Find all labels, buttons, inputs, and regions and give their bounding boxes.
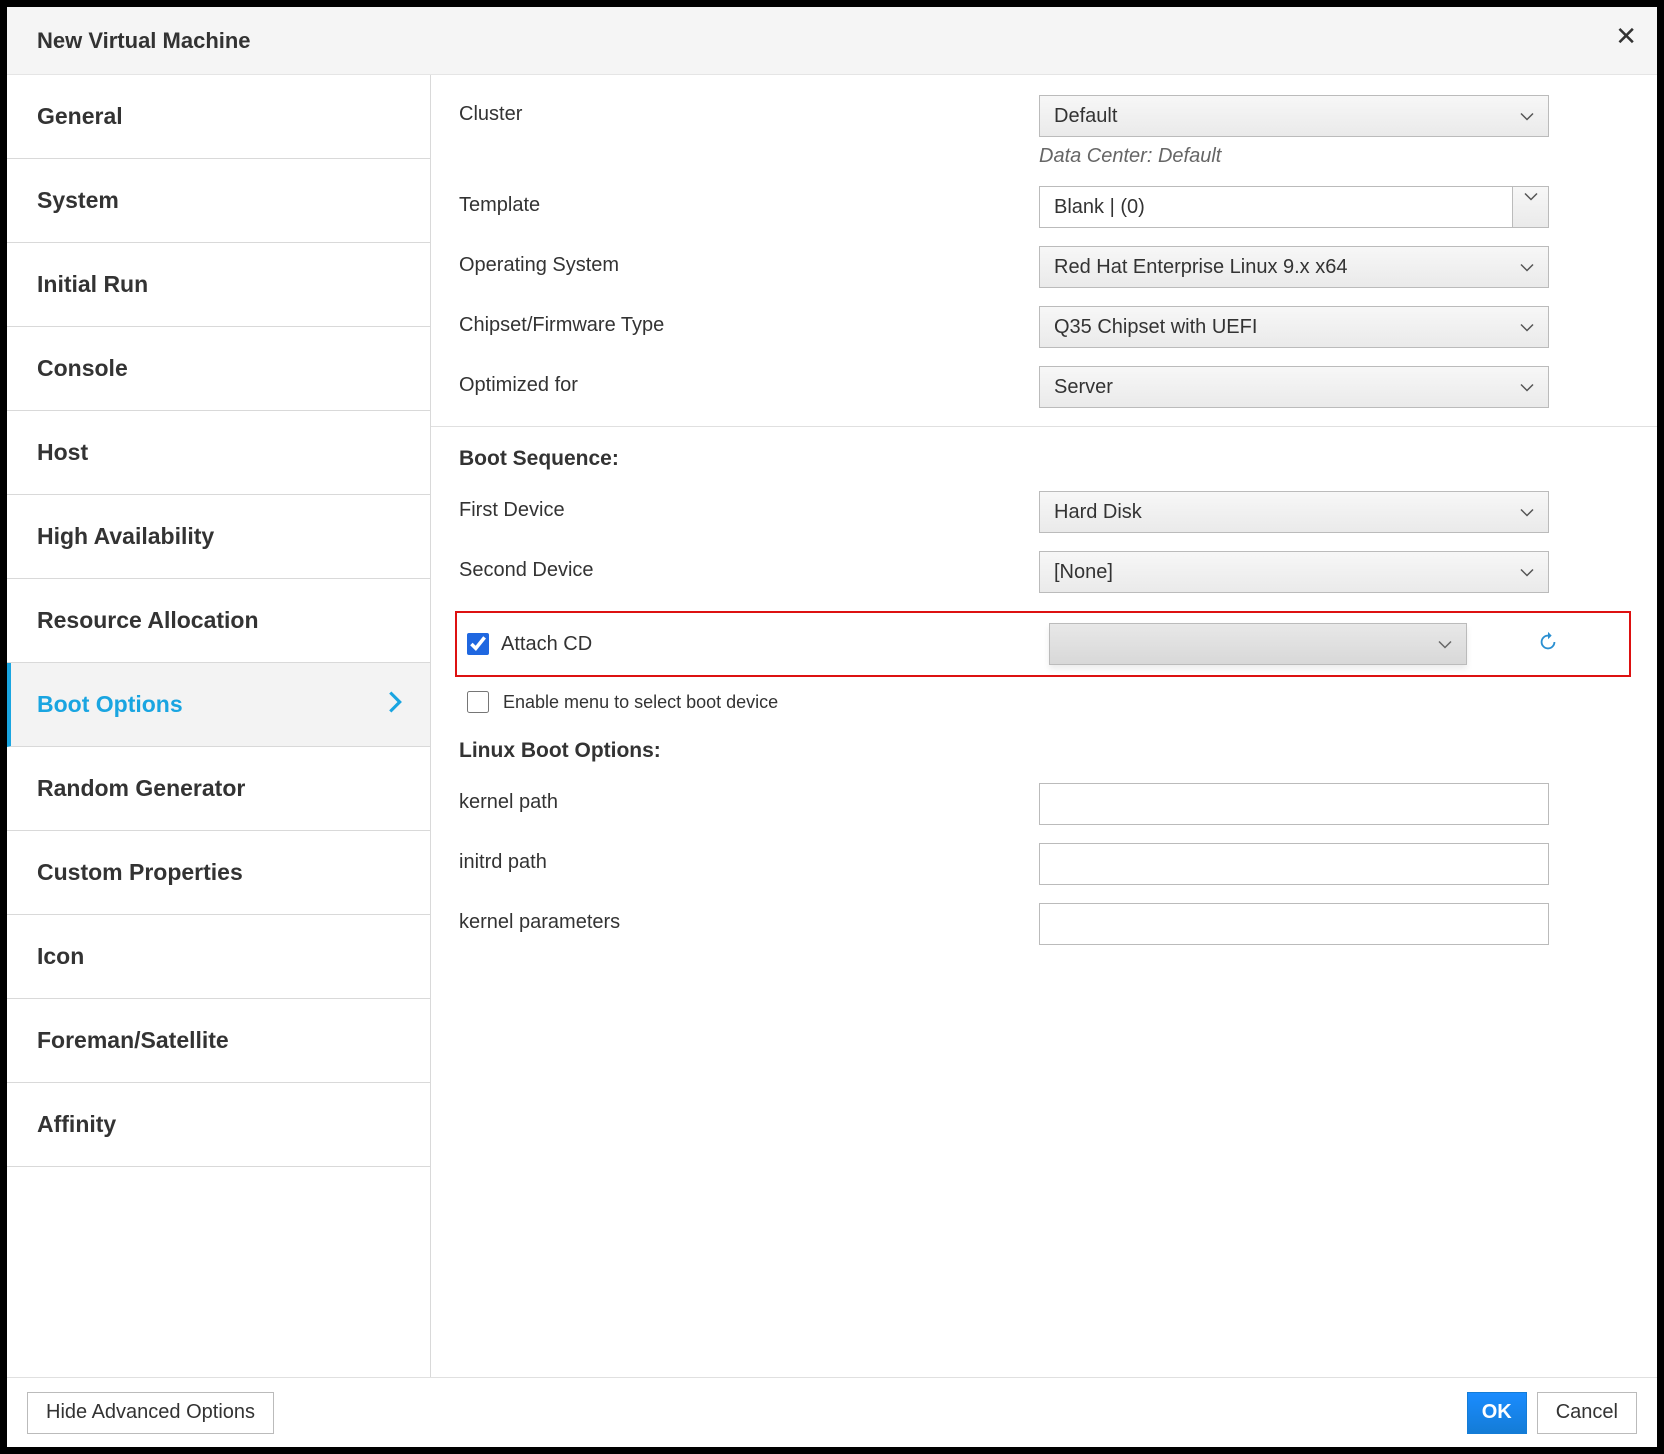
- enable-boot-menu-label: Enable menu to select boot device: [503, 692, 778, 713]
- kernel-params-label: kernel parameters: [459, 903, 1039, 934]
- dialog-footer: Hide Advanced Options OK Cancel: [7, 1377, 1657, 1447]
- sidebar: General System Initial Run Console Host …: [7, 75, 431, 1377]
- sidebar-item-random-generator[interactable]: Random Generator: [7, 747, 430, 831]
- sidebar-item-custom-properties[interactable]: Custom Properties: [7, 831, 430, 915]
- first-device-value: Hard Disk: [1054, 501, 1142, 524]
- boot-sequence-title: Boot Sequence:: [459, 447, 1629, 471]
- sidebar-item-label: System: [37, 187, 119, 214]
- attach-cd-highlight: Attach CD: [455, 611, 1631, 677]
- chevron-down-icon: [1520, 561, 1534, 584]
- initrd-path-label: initrd path: [459, 843, 1039, 874]
- optimized-select-value: Server: [1054, 376, 1113, 399]
- ok-button[interactable]: OK: [1467, 1392, 1527, 1434]
- os-label: Operating System: [459, 246, 1039, 277]
- sidebar-item-label: Resource Allocation: [37, 607, 259, 634]
- sidebar-item-label: Foreman/Satellite: [37, 1027, 229, 1054]
- first-device-select[interactable]: Hard Disk: [1039, 491, 1549, 533]
- template-label: Template: [459, 186, 1039, 217]
- sidebar-item-high-availability[interactable]: High Availability: [7, 495, 430, 579]
- sidebar-item-label: Custom Properties: [37, 859, 243, 886]
- dialog-body: General System Initial Run Console Host …: [7, 75, 1657, 1377]
- sidebar-item-label: Icon: [37, 943, 84, 970]
- attach-cd-label: Attach CD: [501, 633, 1049, 656]
- sidebar-item-label: Affinity: [37, 1111, 116, 1138]
- sidebar-item-label: Host: [37, 439, 88, 466]
- kernel-params-input[interactable]: [1039, 903, 1549, 945]
- attach-cd-select[interactable]: [1049, 623, 1467, 665]
- chevron-right-icon: [388, 691, 402, 719]
- sidebar-item-label: Random Generator: [37, 775, 245, 802]
- dialog-header: New Virtual Machine ✕: [7, 7, 1657, 75]
- second-device-label: Second Device: [459, 551, 1039, 582]
- attach-cd-checkbox[interactable]: [467, 633, 489, 655]
- enable-boot-menu-checkbox[interactable]: [467, 691, 489, 713]
- chevron-down-icon: [1520, 105, 1534, 128]
- chipset-select[interactable]: Q35 Chipset with UEFI: [1039, 306, 1549, 348]
- os-select[interactable]: Red Hat Enterprise Linux 9.x x64: [1039, 246, 1549, 288]
- chevron-down-icon: [1520, 316, 1534, 339]
- kernel-path-input[interactable]: [1039, 783, 1549, 825]
- optimized-label: Optimized for: [459, 366, 1039, 397]
- second-device-select[interactable]: [None]: [1039, 551, 1549, 593]
- content-pane: Cluster Default Data Center: Default Tem…: [431, 75, 1657, 1377]
- cluster-select-value: Default: [1054, 105, 1117, 128]
- kernel-path-label: kernel path: [459, 783, 1039, 814]
- sidebar-item-console[interactable]: Console: [7, 327, 430, 411]
- sidebar-item-general[interactable]: General: [7, 75, 430, 159]
- dialog-title: New Virtual Machine: [37, 28, 251, 54]
- divider: [431, 426, 1657, 427]
- template-select-value: Blank | (0): [1054, 196, 1145, 219]
- chipset-label: Chipset/Firmware Type: [459, 306, 1039, 337]
- close-icon[interactable]: ✕: [1615, 21, 1637, 52]
- hide-advanced-button[interactable]: Hide Advanced Options: [27, 1392, 274, 1434]
- sidebar-item-label: High Availability: [37, 523, 214, 550]
- new-vm-dialog: New Virtual Machine ✕ General System Ini…: [6, 6, 1658, 1448]
- template-split-button[interactable]: [1512, 187, 1548, 227]
- second-device-value: [None]: [1054, 561, 1113, 584]
- sidebar-item-label: Console: [37, 355, 128, 382]
- sidebar-item-label: General: [37, 103, 123, 130]
- first-device-label: First Device: [459, 491, 1039, 522]
- template-select[interactable]: Blank | (0): [1039, 186, 1549, 228]
- chevron-down-icon: [1520, 256, 1534, 279]
- data-center-subtext: Data Center: Default: [1039, 145, 1549, 168]
- sidebar-item-label: Boot Options: [37, 691, 183, 718]
- refresh-icon[interactable]: [1537, 631, 1559, 658]
- chipset-select-value: Q35 Chipset with UEFI: [1054, 316, 1257, 339]
- sidebar-item-label: Initial Run: [37, 271, 148, 298]
- sidebar-item-host[interactable]: Host: [7, 411, 430, 495]
- chevron-down-icon: [1520, 501, 1534, 524]
- chevron-down-icon: [1438, 634, 1452, 655]
- chevron-down-icon: [1520, 376, 1534, 399]
- os-select-value: Red Hat Enterprise Linux 9.x x64: [1054, 256, 1348, 279]
- sidebar-item-icon[interactable]: Icon: [7, 915, 430, 999]
- cancel-button[interactable]: Cancel: [1537, 1392, 1637, 1434]
- sidebar-item-foreman-satellite[interactable]: Foreman/Satellite: [7, 999, 430, 1083]
- sidebar-item-system[interactable]: System: [7, 159, 430, 243]
- sidebar-item-affinity[interactable]: Affinity: [7, 1083, 430, 1167]
- chevron-down-icon: [1524, 184, 1538, 207]
- sidebar-item-resource-allocation[interactable]: Resource Allocation: [7, 579, 430, 663]
- optimized-select[interactable]: Server: [1039, 366, 1549, 408]
- cluster-select[interactable]: Default: [1039, 95, 1549, 137]
- sidebar-item-boot-options[interactable]: Boot Options: [7, 663, 430, 747]
- cluster-label: Cluster: [459, 95, 1039, 126]
- sidebar-item-initial-run[interactable]: Initial Run: [7, 243, 430, 327]
- linux-boot-title: Linux Boot Options:: [459, 739, 1629, 763]
